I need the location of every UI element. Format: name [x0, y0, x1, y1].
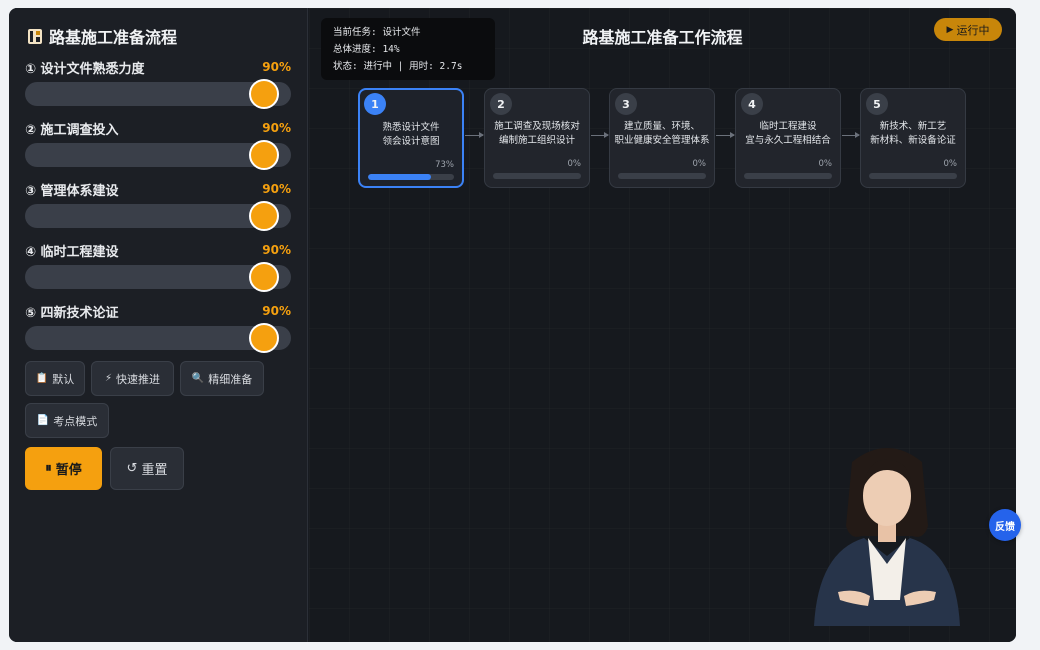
slider-label: ⑤ 四新技术论证 — [25, 305, 119, 321]
step-progress-fill — [368, 174, 431, 180]
slider-track[interactable] — [25, 201, 291, 231]
slider-value: 90% — [262, 182, 291, 196]
slider-label: ③ 管理体系建设 — [25, 183, 119, 199]
preset-label: 考点模式 — [53, 414, 98, 428]
slider-track[interactable] — [25, 140, 291, 170]
control-sidebar: 路基施工准备流程 ① 设计文件熟悉力度 90% ② 施工调查投入 90% ③ 管… — [9, 8, 308, 642]
step-percent: 73% — [435, 160, 454, 170]
workflow-step-2[interactable]: 2 施工调查及现场核对 编制施工组织设计 0% — [484, 88, 590, 188]
sidebar-title-text: 路基施工准备流程 — [49, 28, 178, 47]
step-title: 建立质量、环境、 — [623, 121, 700, 132]
lightning-icon: ⚡ — [104, 373, 113, 384]
slider-value: 90% — [262, 121, 291, 135]
sidebar-title: 路基施工准备流程 — [27, 24, 177, 48]
slider-track[interactable] — [25, 323, 291, 353]
step-subtitle: 新材料、新设备论证 — [870, 135, 956, 146]
construction-logo-icon — [28, 29, 42, 44]
step-subtitle: 宜与永久工程相结合 — [745, 135, 831, 146]
step-progress-bar — [368, 174, 454, 180]
step-number: 3 — [615, 93, 637, 115]
slider-label: ① 设计文件熟悉力度 — [25, 61, 145, 77]
flow-arrow — [842, 132, 860, 138]
step-subtitle: 编制施工组织设计 — [498, 135, 575, 146]
step-number: 1 — [364, 93, 386, 115]
step-percent: 0% — [567, 159, 582, 169]
step-progress-bar — [744, 173, 832, 179]
preset-label: 精细准备 — [208, 372, 253, 386]
step-title: 施工调查及现场核对 — [494, 121, 580, 132]
flow-arrow — [716, 132, 735, 138]
slider-value: 90% — [262, 304, 291, 318]
step-progress-bar — [618, 173, 706, 179]
step-title: 熟悉设计文件 — [382, 122, 440, 133]
workflow-step-5[interactable]: 5 新技术、新工艺 新材料、新设备论证 0% — [860, 88, 966, 188]
pause-label: 暂停 — [55, 463, 82, 478]
step-percent: 0% — [943, 159, 958, 169]
slider-thumb[interactable] — [249, 79, 280, 109]
magnifier-icon: 🔍 — [191, 373, 205, 384]
preset-fine-button[interactable]: 🔍 精细准备 — [180, 361, 264, 396]
slider-track[interactable] — [25, 79, 291, 109]
document-icon: 📄 — [36, 415, 50, 426]
page-title: 路基施工准备工作流程 — [582, 28, 743, 47]
feedback-button[interactable]: 反馈 — [989, 509, 1021, 541]
flow-arrow — [465, 132, 484, 138]
slider-thumb[interactable] — [249, 323, 280, 353]
workflow-step-4[interactable]: 4 临时工程建设 宜与永久工程相结合 0% — [735, 88, 841, 188]
workflow-step-1[interactable]: 1 熟悉设计文件 领会设计意图 73% — [358, 88, 464, 188]
reset-icon: ↺ — [126, 461, 138, 476]
step-title: 临时工程建设 — [759, 121, 817, 132]
workflow-step-3[interactable]: 3 建立质量、环境、 职业健康安全管理体系 0% — [609, 88, 715, 188]
step-number: 5 — [866, 93, 888, 115]
slider-thumb[interactable] — [249, 140, 280, 170]
preset-fast-button[interactable]: ⚡ 快速推进 — [91, 361, 174, 396]
reset-label: 重置 — [141, 463, 168, 478]
slider-four-new-tech: ⑤ 四新技术论证 90% — [25, 302, 291, 353]
preset-exam-button[interactable]: 📄 考点模式 — [25, 403, 109, 438]
preset-label: 快速推进 — [116, 372, 161, 386]
slider-management-system: ③ 管理体系建设 90% — [25, 180, 291, 231]
slider-label: ④ 临时工程建设 — [25, 244, 119, 260]
presenter-avatar — [814, 448, 960, 626]
pause-icon: ⏸ — [45, 461, 52, 476]
step-number: 2 — [490, 93, 512, 115]
slider-thumb[interactable] — [249, 262, 280, 292]
slider-design-files: ① 设计文件熟悉力度 90% — [25, 58, 291, 109]
step-percent: 0% — [692, 159, 707, 169]
slider-site-survey: ② 施工调查投入 90% — [25, 119, 291, 170]
flow-arrow — [591, 132, 609, 138]
play-icon: ▶ — [946, 24, 954, 35]
step-progress-bar — [493, 173, 581, 179]
pause-button[interactable]: ⏸ 暂停 — [25, 447, 102, 490]
slider-track[interactable] — [25, 262, 291, 292]
preset-default-button[interactable]: 📋 默认 — [25, 361, 85, 396]
slider-value: 90% — [262, 60, 291, 74]
slider-temporary-works: ④ 临时工程建设 90% — [25, 241, 291, 292]
running-label: 运行中 — [956, 23, 990, 37]
slider-label: ② 施工调查投入 — [25, 122, 119, 138]
status-state-time: 状态: 进行中 | 用时: 2.7s — [333, 61, 463, 72]
slider-value: 90% — [262, 243, 291, 257]
step-number: 4 — [741, 93, 763, 115]
slider-thumb[interactable] — [249, 201, 280, 231]
step-title: 新技术、新工艺 — [879, 121, 947, 132]
clipboard-icon: 📋 — [35, 373, 49, 384]
step-subtitle: 职业健康安全管理体系 — [614, 135, 710, 146]
running-badge[interactable]: ▶ 运行中 — [934, 18, 1002, 41]
step-percent: 0% — [818, 159, 833, 169]
reset-button[interactable]: ↺ 重置 — [110, 447, 184, 490]
step-subtitle: 领会设计意图 — [382, 136, 440, 147]
preset-label: 默认 — [52, 372, 75, 386]
step-progress-bar — [869, 173, 957, 179]
